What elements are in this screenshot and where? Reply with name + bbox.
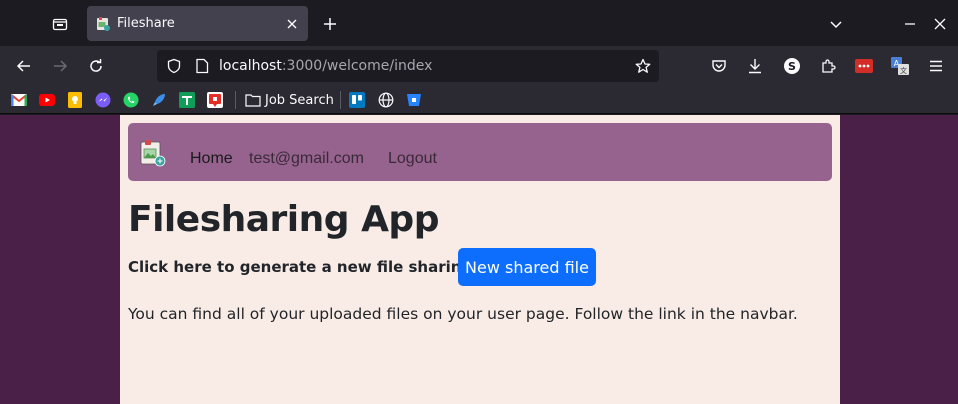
new-shared-file-button[interactable]: New shared file [458, 248, 596, 286]
youtube-bookmark[interactable] [39, 92, 55, 108]
chevron-down-icon [830, 21, 842, 29]
trello-icon [349, 92, 365, 108]
red-app-bookmark[interactable] [207, 92, 223, 108]
reload-icon [90, 59, 102, 72]
navigation-toolbar: localhost:3000/welcome/index S A文 [0, 46, 958, 86]
tab-title: Fileshare [117, 16, 175, 31]
url-path: :3000/welcome/index [281, 58, 433, 74]
hamburger-menu-icon [930, 60, 942, 72]
page-title: Filesharing App [128, 199, 439, 240]
site-navbar: Home test@gmail.com Logout [128, 123, 832, 181]
sheets-icon [179, 92, 195, 108]
trello-bookmark[interactable] [349, 92, 365, 108]
nav-user-email-link[interactable]: test@gmail.com [249, 149, 364, 169]
globe-bookmark[interactable] [378, 92, 394, 108]
arrow-right-icon [54, 60, 68, 72]
arrow-left-icon [16, 60, 30, 72]
star-icon [635, 58, 651, 73]
bookmark-separator [235, 91, 236, 109]
svg-text:文: 文 [900, 66, 907, 75]
tab-list-button[interactable] [824, 12, 848, 36]
translate-icon: A文 [891, 57, 909, 75]
generate-link-label: Click here to generate a new file sharin… [128, 258, 515, 276]
job-search-folder-label: Job Search [265, 92, 334, 108]
downloads-button[interactable] [743, 54, 767, 78]
forward-button[interactable] [48, 54, 72, 78]
puzzle-icon [822, 59, 836, 73]
extensions-button[interactable] [816, 54, 840, 78]
nav-home-link[interactable]: Home [190, 149, 233, 169]
window-close-button[interactable] [928, 12, 952, 36]
content-container: Home test@gmail.com Logout Filesharing A… [120, 115, 840, 404]
tab-close-button[interactable] [280, 12, 304, 36]
bookmark-separator [340, 91, 341, 109]
messenger-icon [95, 92, 111, 108]
whatsapp-icon [123, 92, 139, 108]
folder-icon [245, 94, 261, 107]
pocket-icon [712, 60, 726, 72]
rocket-bookmark[interactable] [151, 92, 167, 108]
youtube-icon [39, 94, 55, 106]
messenger-bookmark[interactable] [95, 92, 111, 108]
close-icon [934, 18, 946, 30]
back-button[interactable] [12, 54, 36, 78]
plus-icon [324, 18, 336, 30]
bookmark-star-button[interactable] [631, 54, 655, 78]
globe-icon [378, 92, 394, 108]
info-text: You can find all of your uploaded files … [128, 305, 798, 323]
bookmarks-toolbar: Job Search [0, 86, 958, 114]
minimize-button[interactable] [898, 12, 922, 36]
keep-bookmark[interactable] [67, 92, 83, 108]
url-bar[interactable]: localhost:3000/welcome/index [157, 50, 659, 82]
menu-button[interactable] [924, 54, 948, 78]
lastpass-icon [855, 59, 873, 73]
fileshare-logo-icon[interactable] [138, 139, 166, 167]
sheets-bookmark[interactable] [179, 92, 195, 108]
gmail-bookmark[interactable] [11, 92, 27, 108]
url-text[interactable]: localhost:3000/welcome/index [219, 58, 631, 74]
gmail-icon [11, 94, 27, 106]
fileshare-favicon-icon [95, 16, 111, 32]
firefox-view-icon [52, 18, 68, 31]
tab-fileshare[interactable]: Fileshare [87, 6, 308, 41]
keep-icon [68, 92, 82, 108]
nav-logout-link[interactable]: Logout [388, 149, 437, 169]
account-s-icon: S [784, 58, 800, 74]
tab-strip: Fileshare [0, 0, 958, 46]
firefox-view-button[interactable] [48, 12, 72, 36]
reload-button[interactable] [84, 54, 108, 78]
new-tab-button[interactable] [318, 12, 342, 36]
pocket-button[interactable] [707, 54, 731, 78]
close-icon [287, 19, 297, 28]
url-host: localhost [219, 58, 282, 74]
page-icon[interactable] [193, 57, 211, 75]
bitbucket-bookmark[interactable] [406, 92, 422, 108]
account-button[interactable]: S [780, 54, 804, 78]
page-viewport: Home test@gmail.com Logout Filesharing A… [0, 115, 958, 404]
job-search-folder[interactable]: Job Search [245, 90, 334, 110]
red-app-icon [207, 92, 223, 108]
rocket-icon [153, 94, 165, 106]
svg-text:S: S [788, 60, 796, 73]
download-icon [749, 59, 761, 74]
whatsapp-bookmark[interactable] [123, 92, 139, 108]
minimize-icon [905, 23, 915, 25]
bitbucket-icon [407, 94, 421, 106]
translate-button[interactable]: A文 [888, 54, 912, 78]
shield-icon[interactable] [165, 57, 183, 75]
red-extension-button[interactable] [852, 54, 876, 78]
